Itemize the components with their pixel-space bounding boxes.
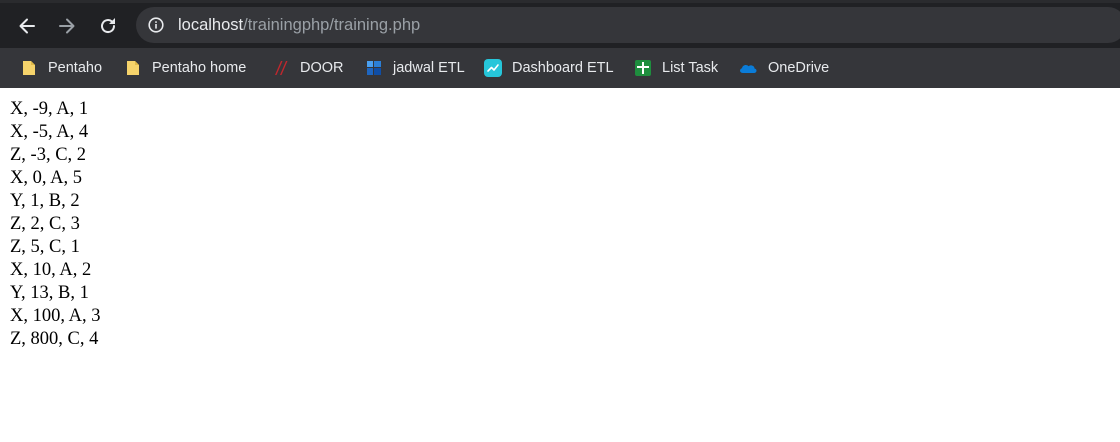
bookmark-label: List Task [662, 60, 719, 76]
arrow-left-icon [19, 18, 35, 34]
bookmark-list-task[interactable]: List Task [634, 56, 718, 80]
output-line: Y, 13, B, 1 [10, 283, 89, 303]
folder-icon [127, 61, 139, 75]
output-line: X, -5, A, 4 [10, 122, 89, 142]
bookmark-pentaho-home[interactable]: Pentaho home [124, 56, 246, 80]
page-content: X, -9, A, 1 X, -5, A, 4 Z, -3, C, 2 X, 0… [10, 98, 100, 351]
output-line: Z, 5, C, 1 [10, 237, 80, 257]
bookmark-label: DOOR [300, 60, 344, 76]
planner-icon [367, 61, 381, 75]
output-line: X, -9, A, 1 [10, 99, 89, 119]
bookmark-label: OneDrive [768, 60, 830, 76]
browser-toolbar: localhost/trainingphp/training.php [0, 0, 1120, 48]
bookmark-dashboard-etl[interactable]: Dashboard ETL [484, 56, 614, 80]
address-bar[interactable]: localhost/trainingphp/training.php [136, 7, 1120, 43]
url-path: /trainingphp/training.php [243, 16, 421, 34]
sheets-icon [635, 60, 651, 76]
bookmark-label: Pentaho home [152, 60, 247, 76]
output-line: Y, 1, B, 2 [10, 191, 80, 211]
output-line: Z, 2, C, 3 [10, 214, 80, 234]
output-line: Z, 800, C, 4 [10, 329, 99, 349]
cloud-icon [740, 65, 757, 73]
bookmark-label: Dashboard ETL [512, 60, 614, 76]
output-line: Z, -3, C, 2 [10, 145, 87, 165]
url-host: localhost [178, 16, 244, 34]
reload-button[interactable] [94, 12, 122, 40]
forward-button[interactable] [53, 12, 81, 40]
info-icon[interactable] [148, 17, 164, 33]
door-logo-icon [275, 61, 288, 75]
bookmark-jadwal-etl[interactable]: jadwal ETL [365, 56, 465, 80]
bookmark-onedrive[interactable]: OneDrive [738, 56, 829, 80]
url-text[interactable]: localhost/trainingphp/training.php [178, 15, 420, 35]
dashboard-icon [484, 59, 502, 77]
reload-icon [101, 18, 116, 34]
bookmark-label: Pentaho [48, 60, 103, 76]
bookmark-label: jadwal ETL [393, 60, 465, 76]
folder-icon [23, 61, 35, 75]
arrow-right-icon [59, 18, 75, 34]
bookmark-door[interactable]: DOOR [272, 56, 344, 80]
bookmark-pentaho[interactable]: Pentaho [20, 56, 102, 80]
back-button[interactable] [13, 12, 41, 40]
output-line: X, 10, A, 2 [10, 260, 92, 280]
bookmarks-bar: Pentaho Pentaho home DOOR jadwal ETL Das… [0, 48, 1120, 88]
output-line: X, 0, A, 5 [10, 168, 82, 188]
output-line: X, 100, A, 3 [10, 306, 101, 326]
